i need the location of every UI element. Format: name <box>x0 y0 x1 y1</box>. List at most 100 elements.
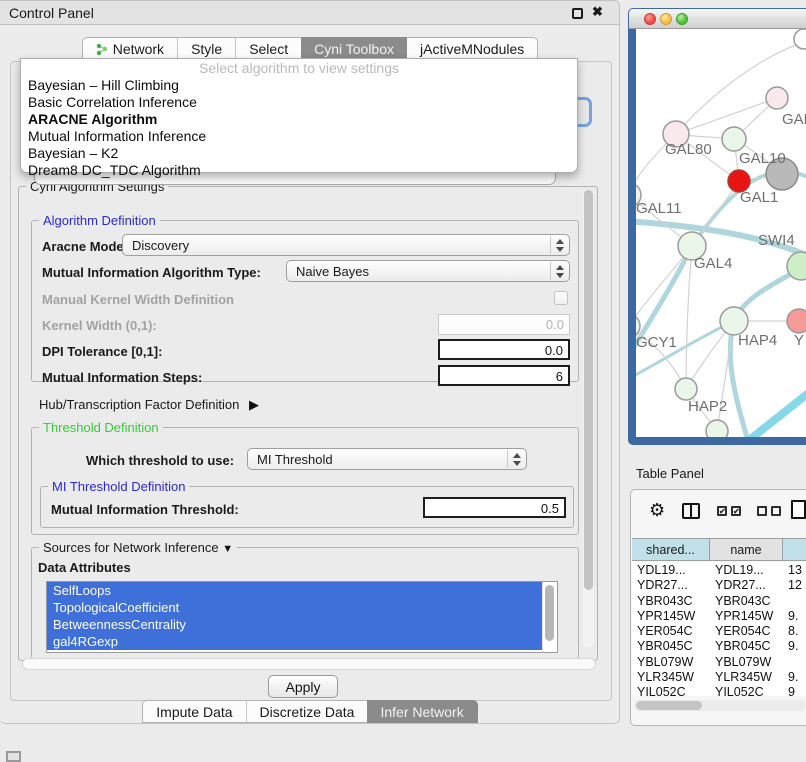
cell: YLR345W <box>710 669 783 684</box>
cell: YER054C <box>710 623 783 638</box>
threshold-definition-group: Threshold Definition Which threshold to … <box>31 427 579 535</box>
column-header-name[interactable]: name <box>710 539 783 560</box>
mi-threshold-label: Mutual Information Threshold: <box>51 502 239 517</box>
network-view-window: GAL GAL80 GAL10 GAL1 GAL11 SWI4 GAL4 GCY… <box>628 8 806 445</box>
columns-icon[interactable] <box>682 503 700 519</box>
mi-steps-field[interactable]: 6 <box>438 365 570 386</box>
settings-scrollbar[interactable] <box>583 190 594 648</box>
list-scrollbar-thumb[interactable] <box>545 585 554 641</box>
tab-style[interactable]: Style <box>178 37 235 60</box>
checked-box-icon[interactable]: ✔ <box>717 506 727 516</box>
table-row[interactable]: YBR045CYBR045C9. <box>632 638 806 653</box>
table-row[interactable]: YLR345WYLR345W9. <box>632 669 806 684</box>
table-horizontal-scrollbar[interactable] <box>634 700 806 711</box>
dropdown-item-selected[interactable]: ARACNE Algorithm <box>28 111 157 127</box>
list-item[interactable]: SelfLoops <box>47 582 557 599</box>
tab-impute-data[interactable]: Impute Data <box>142 700 245 723</box>
data-attributes-list[interactable]: SelfLoops TopologicalCoefficient Between… <box>46 581 558 653</box>
cell: YDR27... <box>710 577 783 592</box>
cell: YBL079W <box>632 654 710 669</box>
network-canvas[interactable]: GAL GAL80 GAL10 GAL1 GAL11 SWI4 GAL4 GCY… <box>636 29 806 437</box>
table-row[interactable]: YBR043CYBR043C <box>632 593 806 608</box>
table-horizontal-scrollbar-thumb[interactable] <box>636 701 702 710</box>
mi-threshold-group: MI Threshold Definition Mutual Informati… <box>40 486 574 528</box>
table-row[interactable]: YPR145WYPR145W9. <box>632 608 806 623</box>
cell: 12 <box>783 577 806 592</box>
dropdown-prompt: Select algorithm to view settings <box>21 60 577 76</box>
which-threshold-combo[interactable]: MI Threshold <box>247 448 527 470</box>
tab-discretize-data[interactable]: Discretize Data <box>247 700 368 723</box>
list-item[interactable]: BetweennessCentrality <box>47 616 557 633</box>
network-window-titlebar[interactable] <box>629 9 806 29</box>
unchecked-box-icon[interactable] <box>757 506 767 516</box>
kernel-width-label: Kernel Width (0,1): <box>42 318 157 333</box>
tab-style-label: Style <box>191 41 222 57</box>
mi-threshold-field[interactable]: 0.5 <box>423 497 566 518</box>
dpi-tolerance-field[interactable]: 0.0 <box>438 339 570 360</box>
mi-threshold-legend: MI Threshold Definition <box>48 479 189 494</box>
mi-type-combo[interactable]: Naive Bayes <box>286 260 570 282</box>
manual-kernel-checkbox[interactable] <box>554 291 568 305</box>
cell <box>783 654 806 669</box>
list-item[interactable]: TopologicalCoefficient <box>47 599 557 616</box>
apply-button[interactable]: Apply <box>268 675 338 698</box>
float-window-button[interactable] <box>572 8 583 19</box>
table-row[interactable]: YBL079WYBL079W <box>632 654 806 669</box>
close-traffic-light[interactable] <box>644 13 656 25</box>
checked-box-icon[interactable]: ✔ <box>731 506 741 516</box>
dropdown-item[interactable]: Bayesian – K2 <box>28 145 118 161</box>
column-header-shared[interactable]: shared... <box>632 539 710 560</box>
dock-panel-icon[interactable] <box>6 751 21 762</box>
cell: 13 <box>783 562 806 577</box>
dropdown-item[interactable]: Bayesian – Hill Climbing <box>28 77 179 93</box>
dropdown-item[interactable]: Basic Correlation Inference <box>28 94 197 110</box>
node-label: GAL11 <box>636 200 682 217</box>
cell: YBR043C <box>632 593 710 608</box>
unchecked-box-icon[interactable] <box>771 506 781 516</box>
bottom-tabbar: Impute Data Discretize Data Infer Networ… <box>0 700 620 723</box>
table-body: YDL19...YDL19...13 YDR27...YDR27...12 YB… <box>632 562 806 696</box>
network-icon <box>96 43 109 59</box>
dropdown-item[interactable]: Dream8 DC_TDC Algorithm <box>28 162 201 178</box>
control-panel-window: Control Panel ✖ Network Style <box>0 0 620 724</box>
which-threshold-label: Which threshold to use: <box>86 453 234 468</box>
threshold-definition-legend: Threshold Definition <box>39 420 163 435</box>
zoom-traffic-light[interactable] <box>676 13 688 25</box>
cell: YBR045C <box>632 638 710 653</box>
settings-horizontal-scrollbar[interactable] <box>22 658 596 670</box>
list-item[interactable]: gal4RGexp <box>47 633 557 650</box>
aracne-mode-combo[interactable]: Discovery <box>122 234 570 256</box>
tab-jactivemnodules-label: jActiveMNodules <box>420 41 524 57</box>
tab-cyni-toolbox[interactable]: Cyni Toolbox <box>301 37 407 60</box>
collapse-down-icon[interactable]: ▼ <box>222 543 233 555</box>
kernel-width-field[interactable]: 0.0 <box>438 314 570 335</box>
cell: YBL079W <box>710 654 783 669</box>
gear-icon[interactable]: ⚙ <box>649 500 665 521</box>
tab-discretize-data-label: Discretize Data <box>260 704 355 720</box>
table-row[interactable]: YER054CYER054C8. <box>632 623 806 638</box>
tab-network[interactable]: Network <box>82 37 177 60</box>
tab-jactivemnodules[interactable]: jActiveMNodules <box>407 37 538 60</box>
table-row[interactable]: YDR27...YDR27...12 <box>632 577 806 592</box>
close-icon[interactable]: ✖ <box>592 4 603 20</box>
minimize-traffic-light[interactable] <box>660 13 672 25</box>
cell: YPR145W <box>710 608 783 623</box>
tab-select[interactable]: Select <box>236 37 301 60</box>
table-header-row: shared... name <box>632 538 806 561</box>
dropdown-item[interactable]: Mutual Information Inference <box>28 128 206 144</box>
document-icon[interactable] <box>791 500 806 519</box>
table-row[interactable]: YDL19...YDL19...13 <box>632 562 806 577</box>
cell: YLR345W <box>632 669 710 684</box>
column-header-partial[interactable] <box>783 539 806 560</box>
hub-definition-toggle[interactable]: Hub/Transcription Factor Definition ▶ <box>39 397 259 413</box>
tab-infer-network[interactable]: Infer Network <box>367 700 477 723</box>
cell: 9. <box>783 638 806 653</box>
node-label: Y <box>794 332 804 349</box>
mi-type-label: Mutual Information Algorithm Type: <box>42 265 261 280</box>
table-row[interactable]: YIL052CYIL052C9 <box>632 684 806 696</box>
algorithm-dropdown: Select algorithm to view settings Bayesi… <box>20 58 578 173</box>
cell: YBR043C <box>710 593 783 608</box>
settings-scrollbar-thumb[interactable] <box>584 190 593 590</box>
expand-right-icon[interactable]: ▶ <box>249 397 259 413</box>
control-panel-titlebar[interactable]: Control Panel ✖ <box>0 1 619 25</box>
